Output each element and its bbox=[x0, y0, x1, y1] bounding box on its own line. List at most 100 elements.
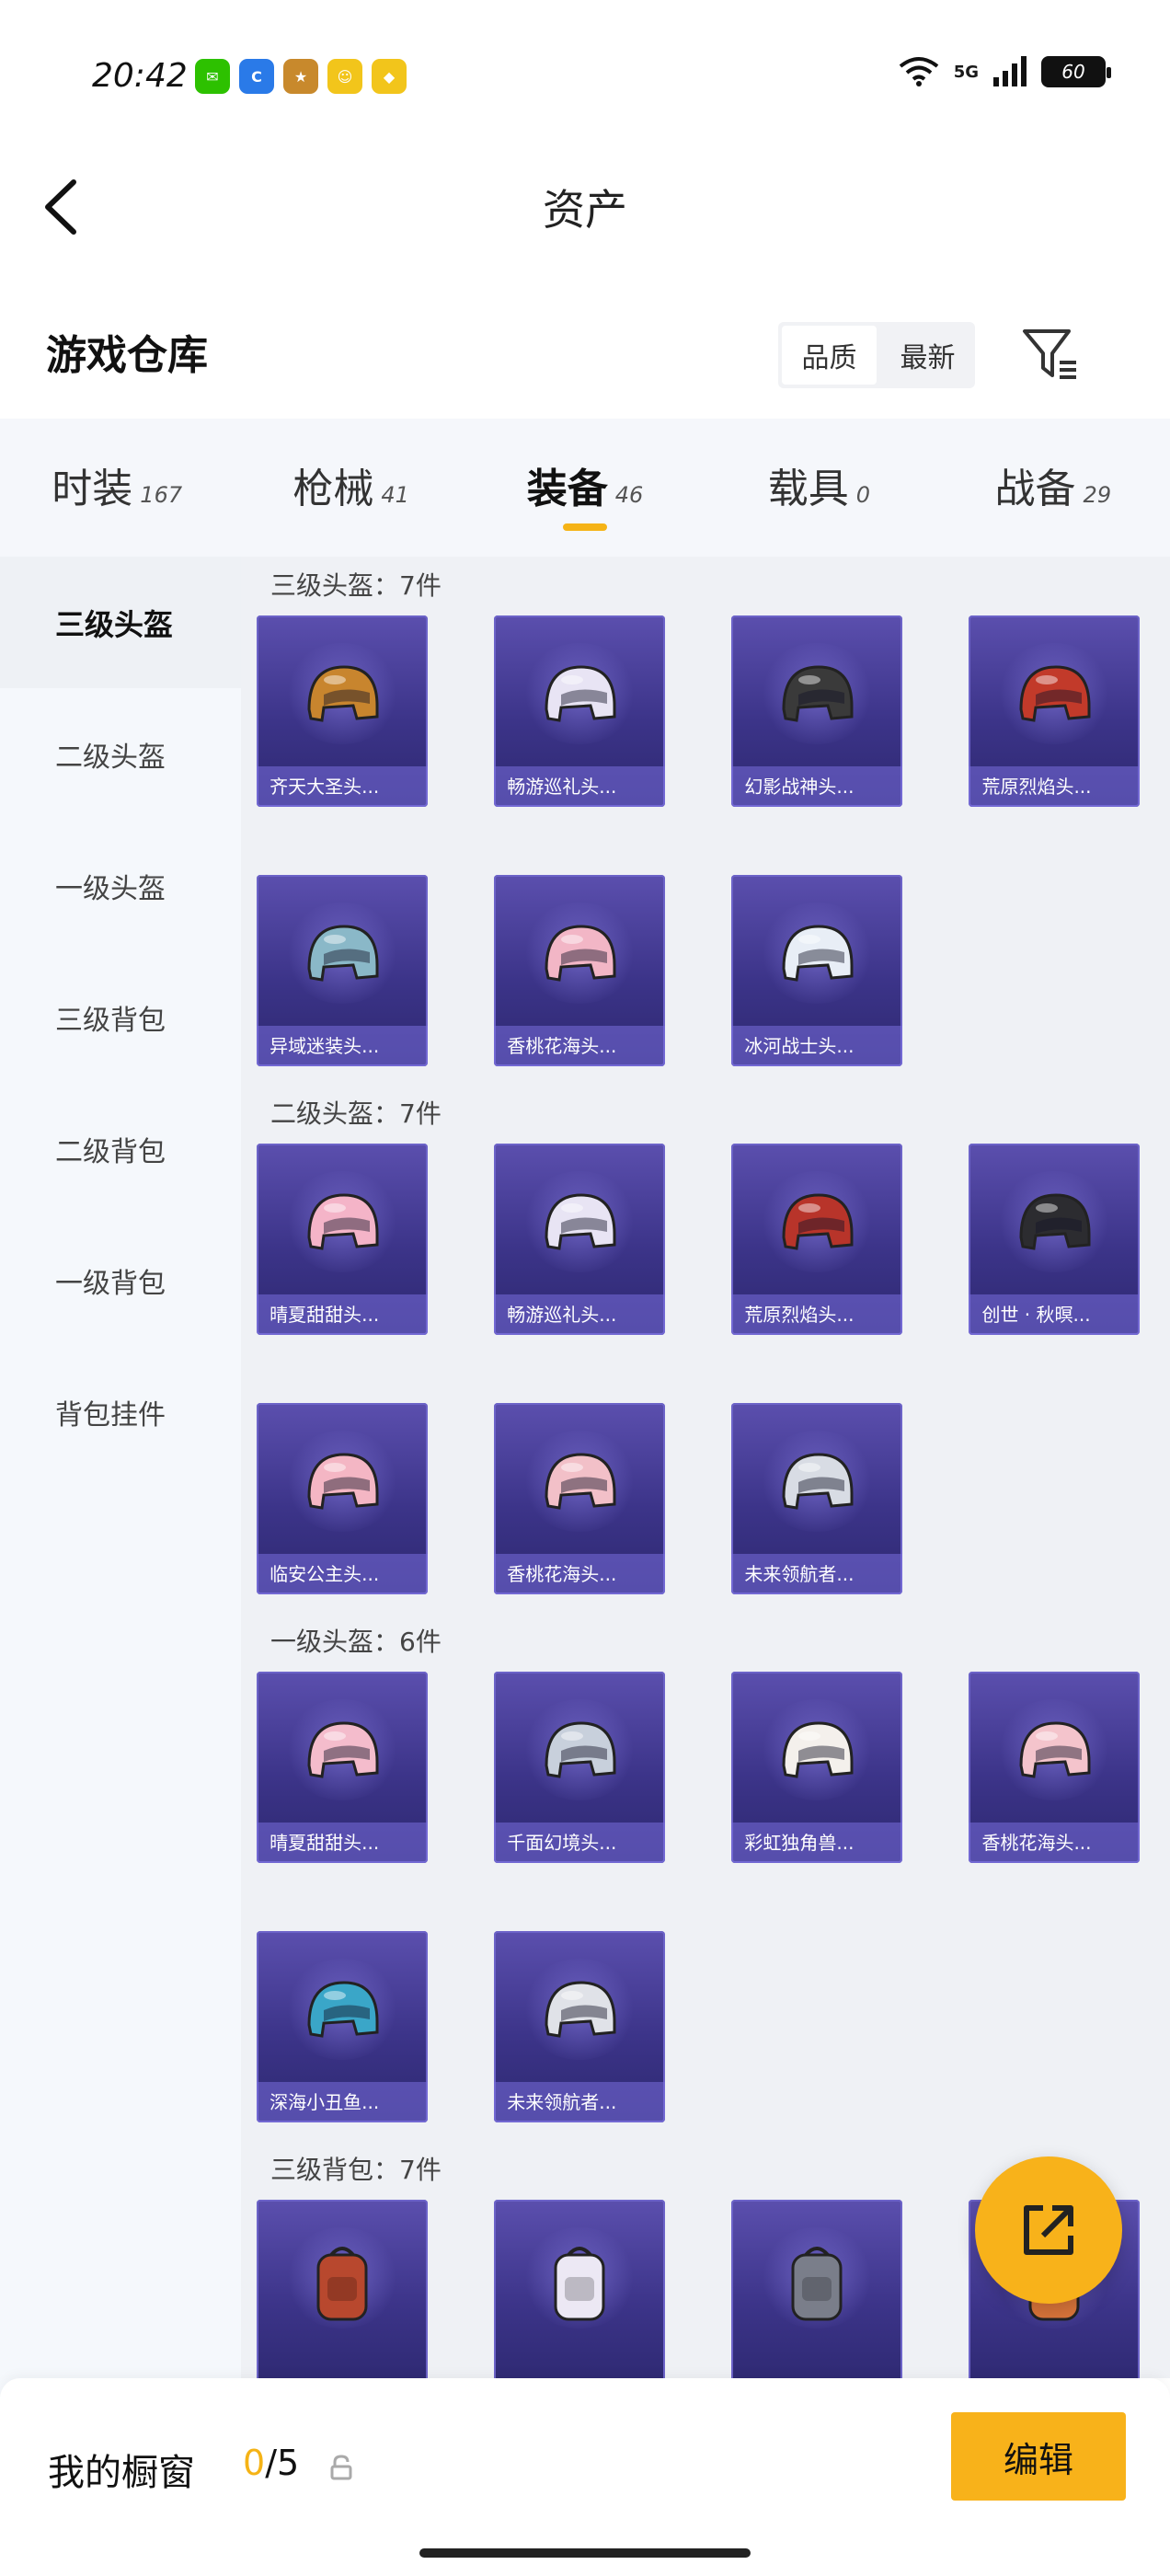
helmet-icon bbox=[1019, 665, 1091, 722]
helmet-card[interactable]: 临安公主头... bbox=[257, 1403, 429, 1594]
helmet-card[interactable]: 深海小丑鱼... bbox=[257, 1931, 429, 2122]
card-name: 千面幻境头... bbox=[494, 1823, 666, 1863]
helmet-card[interactable]: 异域迷装头... bbox=[257, 875, 429, 1066]
card-name: 畅游巡礼头... bbox=[494, 766, 666, 807]
wifi-icon bbox=[899, 57, 938, 86]
card-name: 创世 · 秋暝... bbox=[969, 1294, 1141, 1335]
card-name: 畅游巡礼头... bbox=[494, 1294, 666, 1335]
backpack-card[interactable] bbox=[257, 2200, 429, 2378]
card-name: 未来领航者... bbox=[731, 1554, 903, 1594]
tab-0[interactable]: 时装 167 bbox=[0, 419, 234, 557]
bottom-bar: 我的橱窗 0/5 编辑 bbox=[0, 2378, 1170, 2576]
card-name: 荒原烈焰头... bbox=[731, 1294, 903, 1335]
tab-label: 战备 bbox=[994, 466, 1076, 512]
helmet-card[interactable]: 千面幻境头... bbox=[494, 1672, 666, 1863]
helmet-card[interactable]: 未来领航者... bbox=[494, 1931, 666, 2122]
helmet-card[interactable]: 幻影战神头... bbox=[731, 615, 903, 807]
helmet-card[interactable]: 畅游巡礼头... bbox=[494, 1144, 666, 1335]
helmet-icon bbox=[545, 1721, 616, 1778]
nav-bar: 资产 bbox=[0, 156, 1170, 258]
network-type: 5G bbox=[953, 62, 979, 82]
backpack-card[interactable] bbox=[494, 2200, 666, 2378]
sort-quality-option[interactable]: 品质 bbox=[782, 326, 877, 385]
tab-2[interactable]: 装备 46 bbox=[468, 419, 702, 557]
helmet-icon bbox=[1019, 1721, 1091, 1778]
status-time: 20:42 bbox=[92, 57, 188, 95]
helmet-card[interactable]: 齐天大圣头... bbox=[257, 615, 429, 807]
battery-icon: 60 bbox=[1041, 56, 1111, 87]
tab-count: 0 bbox=[855, 482, 871, 508]
helmet-card[interactable]: 彩虹独角兽... bbox=[731, 1672, 903, 1863]
notification-icons: ✉ C ★ ☺ ◆ bbox=[195, 59, 407, 94]
sidebar-item-4[interactable]: 二级背包 bbox=[0, 1083, 241, 1214]
tab-count: 46 bbox=[614, 482, 644, 508]
helmet-card[interactable]: 香桃花海头... bbox=[494, 875, 666, 1066]
helmet-card[interactable]: 创世 · 秋暝... bbox=[969, 1144, 1141, 1335]
filter-icon[interactable] bbox=[1021, 326, 1080, 385]
group-label: 三级背包：7件 bbox=[270, 2155, 442, 2185]
tab-label: 枪械 bbox=[292, 466, 374, 512]
helmet-icon bbox=[307, 1721, 379, 1778]
sidebar-item-0[interactable]: 三级头盔 bbox=[0, 557, 241, 688]
helmet-icon bbox=[307, 925, 379, 982]
sidebar-item-5[interactable]: 一级背包 bbox=[0, 1214, 241, 1346]
backpack-card[interactable] bbox=[731, 2200, 903, 2378]
sidebar-item-6[interactable]: 背包挂件 bbox=[0, 1346, 241, 1478]
showcase-label: 我的橱窗 bbox=[48, 2452, 195, 2494]
card-name: 未来领航者... bbox=[494, 2082, 666, 2122]
helmet-icon bbox=[782, 925, 854, 982]
tab-3[interactable]: 载具 0 bbox=[702, 419, 935, 557]
card-name: 深海小丑鱼... bbox=[257, 2082, 429, 2122]
helmet-icon bbox=[545, 665, 616, 722]
helmet-icon bbox=[782, 1721, 854, 1778]
helmet-card[interactable]: 冰河战士头... bbox=[731, 875, 903, 1066]
backpack-icon bbox=[554, 2247, 605, 2321]
wechat-icon: ✉ bbox=[195, 59, 230, 94]
sidebar-item-2[interactable]: 一级头盔 bbox=[0, 820, 241, 951]
helmet-icon bbox=[545, 1453, 616, 1510]
card-name: 香桃花海头... bbox=[494, 1554, 666, 1594]
card-name: 临安公主头... bbox=[257, 1554, 429, 1594]
helmet-icon bbox=[307, 1981, 379, 2038]
share-button[interactable] bbox=[975, 2156, 1122, 2304]
helmet-card[interactable]: 香桃花海头... bbox=[494, 1403, 666, 1594]
sidebar-item-3[interactable]: 三级背包 bbox=[0, 951, 241, 1083]
tab-label: 载具 bbox=[767, 466, 849, 512]
showcase-count: 0/5 bbox=[243, 2443, 299, 2483]
sidebar: 三级头盔 二级头盔 一级头盔 三级背包 二级背包 一级背包 背包挂件 bbox=[0, 557, 241, 2397]
helmet-card[interactable]: 畅游巡礼头... bbox=[494, 615, 666, 807]
group-label: 三级头盔：7件 bbox=[270, 570, 442, 601]
backpack-icon bbox=[316, 2247, 368, 2321]
card-name: 荒原烈焰头... bbox=[969, 766, 1141, 807]
home-indicator[interactable] bbox=[419, 2548, 751, 2558]
helmet-card[interactable]: 荒原烈焰头... bbox=[731, 1144, 903, 1335]
tab-1[interactable]: 枪械 41 bbox=[234, 419, 467, 557]
helmet-card[interactable]: 荒原烈焰头... bbox=[969, 615, 1141, 807]
helmet-card[interactable]: 晴夏甜甜头... bbox=[257, 1672, 429, 1863]
lock-icon bbox=[330, 2455, 352, 2480]
tab-count: 29 bbox=[1083, 482, 1112, 508]
card-name: 晴夏甜甜头... bbox=[257, 1294, 429, 1335]
card-name: 彩虹独角兽... bbox=[731, 1823, 903, 1863]
status-indicators: 5G 60 bbox=[897, 55, 1111, 88]
game-app-icon: ★ bbox=[283, 59, 318, 94]
card-name: 异域迷装头... bbox=[257, 1026, 429, 1066]
group-label: 二级头盔：7件 bbox=[270, 1098, 442, 1129]
helmet-card[interactable]: 晴夏甜甜头... bbox=[257, 1144, 429, 1335]
app-icon-2: ◆ bbox=[372, 59, 407, 94]
tab-4[interactable]: 战备 29 bbox=[936, 419, 1170, 557]
edit-button[interactable]: 编辑 bbox=[951, 2412, 1126, 2501]
card-name: 香桃花海头... bbox=[494, 1026, 666, 1066]
sort-newest-option[interactable]: 最新 bbox=[880, 322, 975, 388]
tab-active-indicator bbox=[563, 523, 608, 531]
helmet-card[interactable]: 未来领航者... bbox=[731, 1403, 903, 1594]
helmet-icon bbox=[545, 925, 616, 982]
sidebar-item-1[interactable]: 二级头盔 bbox=[0, 688, 241, 820]
tab-count: 167 bbox=[140, 482, 183, 508]
warehouse-title: 游戏仓库 bbox=[46, 332, 208, 379]
group-label: 一级头盔：6件 bbox=[270, 1627, 442, 1657]
helmet-icon bbox=[307, 665, 379, 722]
warehouse-header: 游戏仓库 品质 最新 bbox=[0, 304, 1170, 414]
sort-toggle[interactable]: 品质 最新 bbox=[778, 322, 975, 388]
helmet-card[interactable]: 香桃花海头... bbox=[969, 1672, 1141, 1863]
